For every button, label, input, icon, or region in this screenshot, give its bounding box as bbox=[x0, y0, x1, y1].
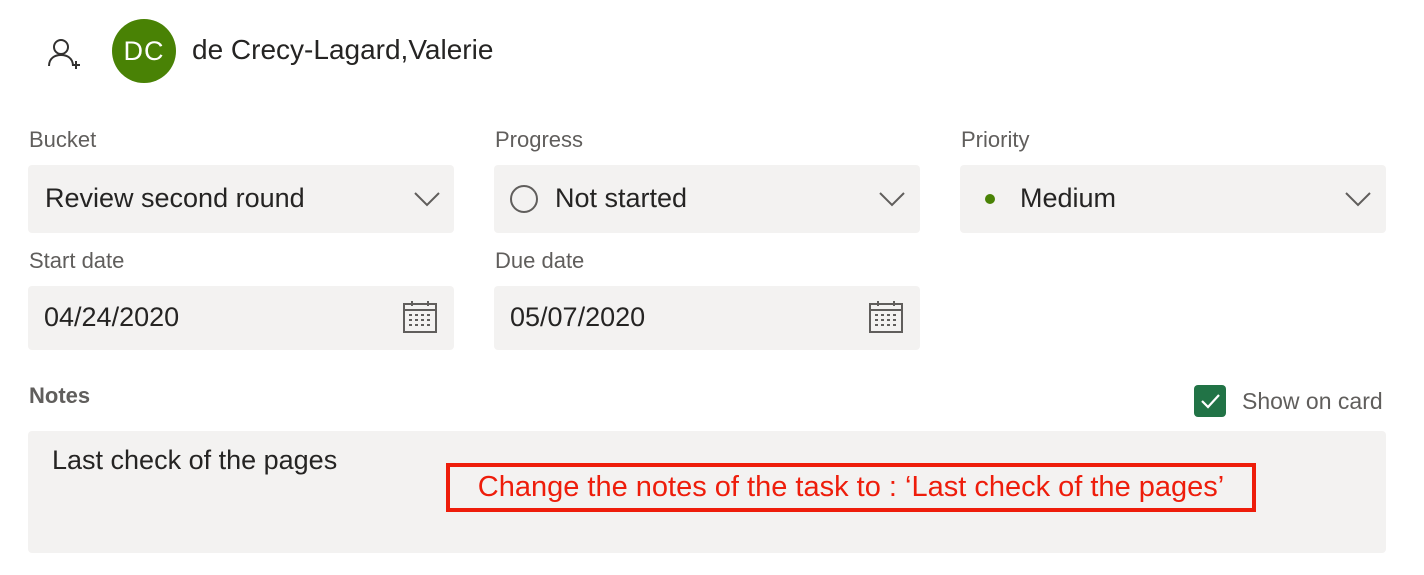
task-details-panel: DC de Crecy-Lagard,Valerie Bucket Review… bbox=[0, 0, 1424, 575]
priority-dot-icon bbox=[985, 194, 995, 204]
chevron-down-icon bbox=[1345, 191, 1371, 207]
chevron-down-icon bbox=[879, 191, 905, 207]
priority-dropdown[interactable]: Medium bbox=[960, 165, 1386, 233]
notes-value: Last check of the pages bbox=[52, 445, 338, 475]
instruction-annotation: Change the notes of the task to : ‘Last … bbox=[446, 463, 1256, 512]
due-date-value: 05/07/2020 bbox=[510, 302, 646, 332]
add-person-icon[interactable] bbox=[46, 36, 84, 74]
due-date-label: Due date bbox=[495, 248, 585, 273]
progress-label: Progress bbox=[495, 127, 584, 152]
priority-label: Priority bbox=[961, 127, 1030, 152]
due-date-field[interactable]: 05/07/2020 bbox=[494, 286, 920, 350]
empty-circle-icon bbox=[510, 185, 538, 213]
priority-value: Medium bbox=[1020, 183, 1117, 213]
bucket-value: Review second round bbox=[45, 183, 305, 213]
avatar[interactable]: DC bbox=[112, 19, 176, 83]
show-on-card-checkbox[interactable] bbox=[1194, 385, 1226, 417]
assignee-name: de Crecy-Lagard,Valerie bbox=[192, 34, 494, 65]
chevron-down-icon bbox=[414, 191, 440, 207]
bucket-label: Bucket bbox=[29, 127, 97, 152]
calendar-icon[interactable] bbox=[869, 301, 903, 333]
start-date-field[interactable]: 04/24/2020 bbox=[28, 286, 454, 350]
show-on-card-label[interactable]: Show on card bbox=[1242, 388, 1383, 415]
avatar-initials: DC bbox=[123, 35, 165, 66]
progress-dropdown[interactable]: Not started bbox=[494, 165, 920, 233]
calendar-icon[interactable] bbox=[403, 301, 437, 333]
start-date-label: Start date bbox=[29, 248, 125, 273]
notes-label: Notes bbox=[29, 383, 91, 408]
checkmark-icon bbox=[1201, 394, 1220, 409]
instruction-text: Change the notes of the task to : ‘Last … bbox=[477, 471, 1225, 503]
start-date-value: 04/24/2020 bbox=[44, 302, 180, 332]
progress-value: Not started bbox=[555, 183, 688, 213]
bucket-dropdown[interactable]: Review second round bbox=[28, 165, 454, 233]
